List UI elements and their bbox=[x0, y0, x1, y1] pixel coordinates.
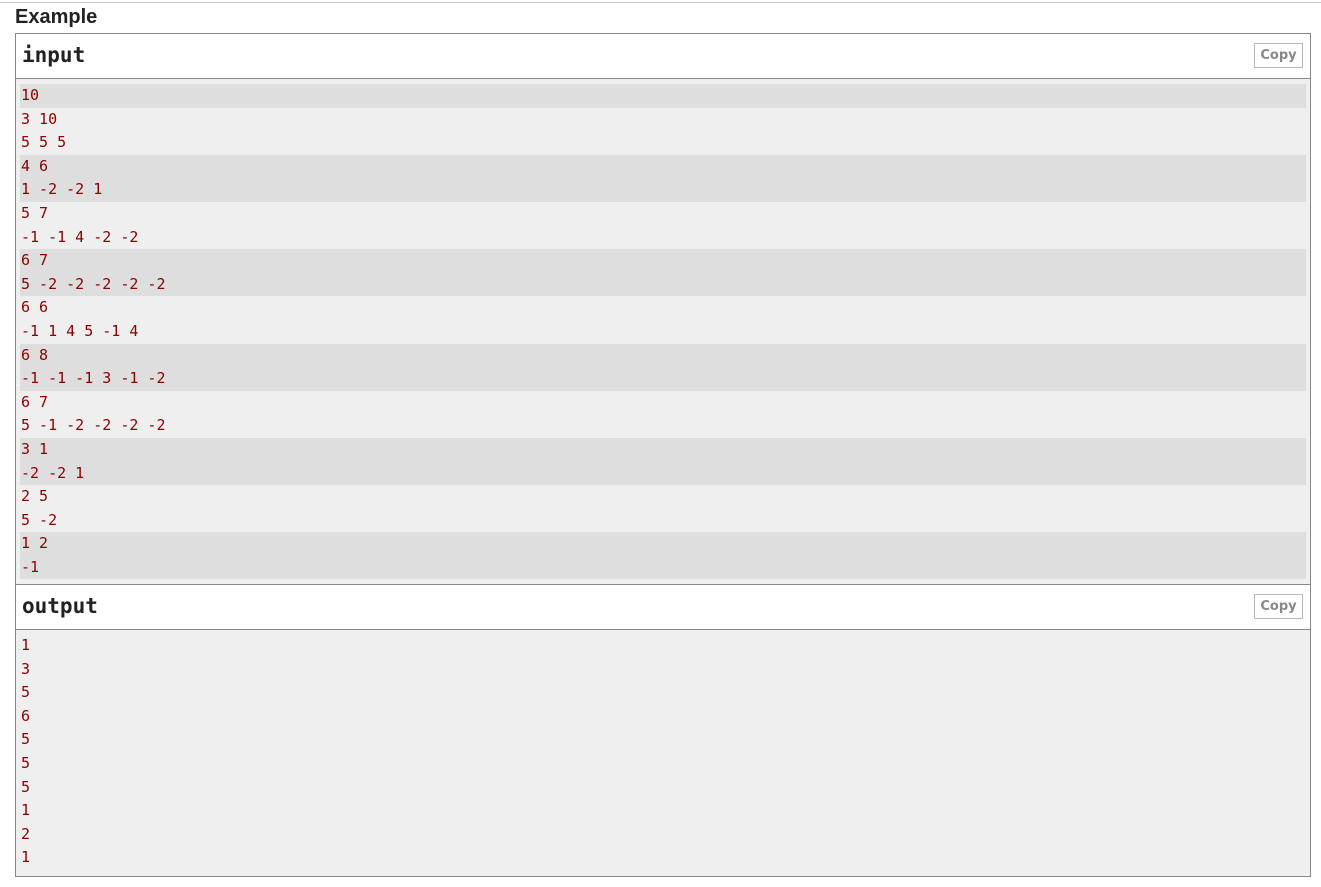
input-line: 3 1 bbox=[20, 437, 1306, 462]
input-line: -2 -2 1 bbox=[20, 461, 1306, 486]
output-line: 5 bbox=[21, 683, 31, 702]
input-line: 1 2 bbox=[20, 532, 1306, 556]
output-line: 6 bbox=[21, 706, 31, 725]
input-line: 5 -2 -2 -2 -2 -2 bbox=[20, 272, 1306, 297]
input-title: input bbox=[22, 43, 86, 67]
output-line: 2 bbox=[21, 824, 31, 843]
input-line: -1 -1 -1 3 -1 -2 bbox=[20, 367, 1306, 391]
input-line: 5 -2 bbox=[21, 510, 58, 529]
input-line: 5 5 5 bbox=[21, 133, 67, 152]
input-line: 6 7 bbox=[21, 392, 49, 411]
output-line: 1 bbox=[21, 801, 31, 820]
output-line: 1 bbox=[21, 636, 31, 654]
input-line: 6 8 bbox=[20, 343, 1306, 368]
input-line: 5 -1 -2 -2 -2 -2 bbox=[21, 416, 166, 435]
input-line: 5 7 bbox=[21, 203, 49, 222]
input-line: 2 5 bbox=[21, 487, 49, 506]
output-line: 1 bbox=[21, 848, 31, 867]
output-block: output Copy 1 3 5 6 5 5 5 1 2 1 bbox=[15, 584, 1311, 877]
input-line: -1 bbox=[20, 555, 1306, 580]
input-line: 6 6 bbox=[21, 298, 49, 317]
output-line: 5 bbox=[21, 753, 31, 772]
output-title: output bbox=[22, 594, 98, 618]
top-divider bbox=[0, 2, 1321, 3]
section-title: Example bbox=[15, 6, 98, 28]
input-line: 6 7 bbox=[20, 249, 1306, 273]
input-block: input Copy 10 3 10 5 5 5 4 61 -2 -2 15 7 -1 … bbox=[15, 33, 1311, 585]
input-line: -1 1 4 5 -1 4 bbox=[21, 321, 139, 340]
input-line: 10 bbox=[20, 84, 1306, 108]
input-line: -1 -1 4 -2 -2 bbox=[21, 227, 139, 246]
input-header: input Copy bbox=[16, 34, 1310, 79]
copy-output-button[interactable]: Copy bbox=[1254, 594, 1303, 619]
output-content: 1 3 5 6 5 5 5 1 2 1 bbox=[16, 630, 1310, 876]
input-content: 10 3 10 5 5 5 4 61 -2 -2 15 7 -1 -1 4 -2 -2 6… bbox=[16, 79, 1310, 584]
output-line: 5 bbox=[21, 730, 31, 749]
input-line: 4 6 bbox=[20, 154, 1306, 179]
output-line: 5 bbox=[21, 777, 31, 796]
output-line: 3 bbox=[21, 659, 31, 678]
input-line: 3 10 bbox=[21, 109, 58, 128]
output-header: output Copy bbox=[16, 585, 1310, 630]
copy-input-button[interactable]: Copy bbox=[1254, 43, 1303, 68]
input-line: 1 -2 -2 1 bbox=[20, 178, 1306, 202]
